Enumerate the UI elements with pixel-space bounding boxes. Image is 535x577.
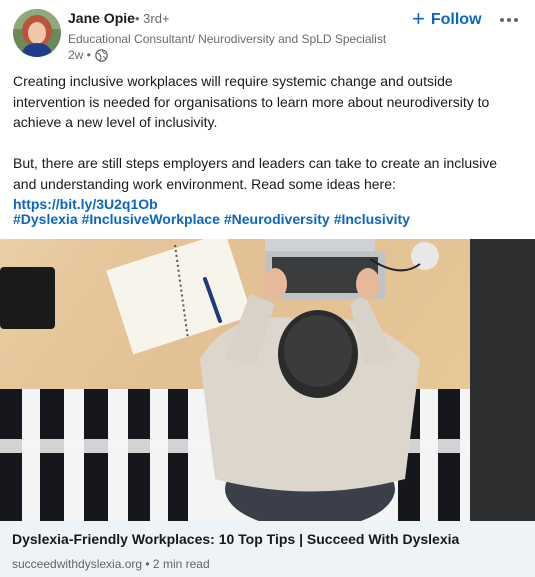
article-source: succeedwithdyslexia.org • 2 min read bbox=[12, 557, 210, 571]
article-title[interactable]: Dyslexia-Friendly Workplaces: 10 Top Tip… bbox=[12, 531, 459, 547]
plus-icon: + bbox=[412, 6, 425, 31]
post-paragraph-2: But, there are still steps employers and… bbox=[13, 155, 498, 192]
author-avatar[interactable] bbox=[13, 9, 61, 57]
feed-post: Jane Opie • 3rd+ Educational Consultant/… bbox=[0, 0, 535, 577]
article-image[interactable] bbox=[0, 239, 535, 521]
hashtag[interactable]: #Inclusivity bbox=[334, 211, 410, 227]
follow-button[interactable]: + Follow bbox=[412, 8, 482, 32]
author-name[interactable]: Jane Opie bbox=[68, 10, 135, 26]
post-time: 2w • bbox=[68, 48, 91, 62]
ellipsis-icon[interactable] bbox=[497, 10, 521, 30]
author-headline: Educational Consultant/ Neurodiversity a… bbox=[68, 32, 387, 46]
hashtag-list: #Dyslexia #InclusiveWorkplace #Neurodive… bbox=[13, 211, 410, 227]
post-link[interactable]: https://bit.ly/3U2q1Ob bbox=[13, 196, 158, 212]
hashtag[interactable]: #InclusiveWorkplace bbox=[82, 211, 220, 227]
globe-icon bbox=[95, 48, 108, 62]
post-meta: 2w • bbox=[68, 48, 108, 62]
connection-degree: • 3rd+ bbox=[135, 11, 170, 26]
hashtag[interactable]: #Neurodiversity bbox=[224, 211, 330, 227]
post-text: Creating inclusive workplaces will requi… bbox=[13, 71, 523, 215]
post-paragraph-1: Creating inclusive workplaces will requi… bbox=[13, 73, 490, 130]
hashtag[interactable]: #Dyslexia bbox=[13, 211, 78, 227]
follow-label: Follow bbox=[430, 11, 482, 28]
article-card-footer[interactable]: Dyslexia-Friendly Workplaces: 10 Top Tip… bbox=[0, 521, 535, 577]
